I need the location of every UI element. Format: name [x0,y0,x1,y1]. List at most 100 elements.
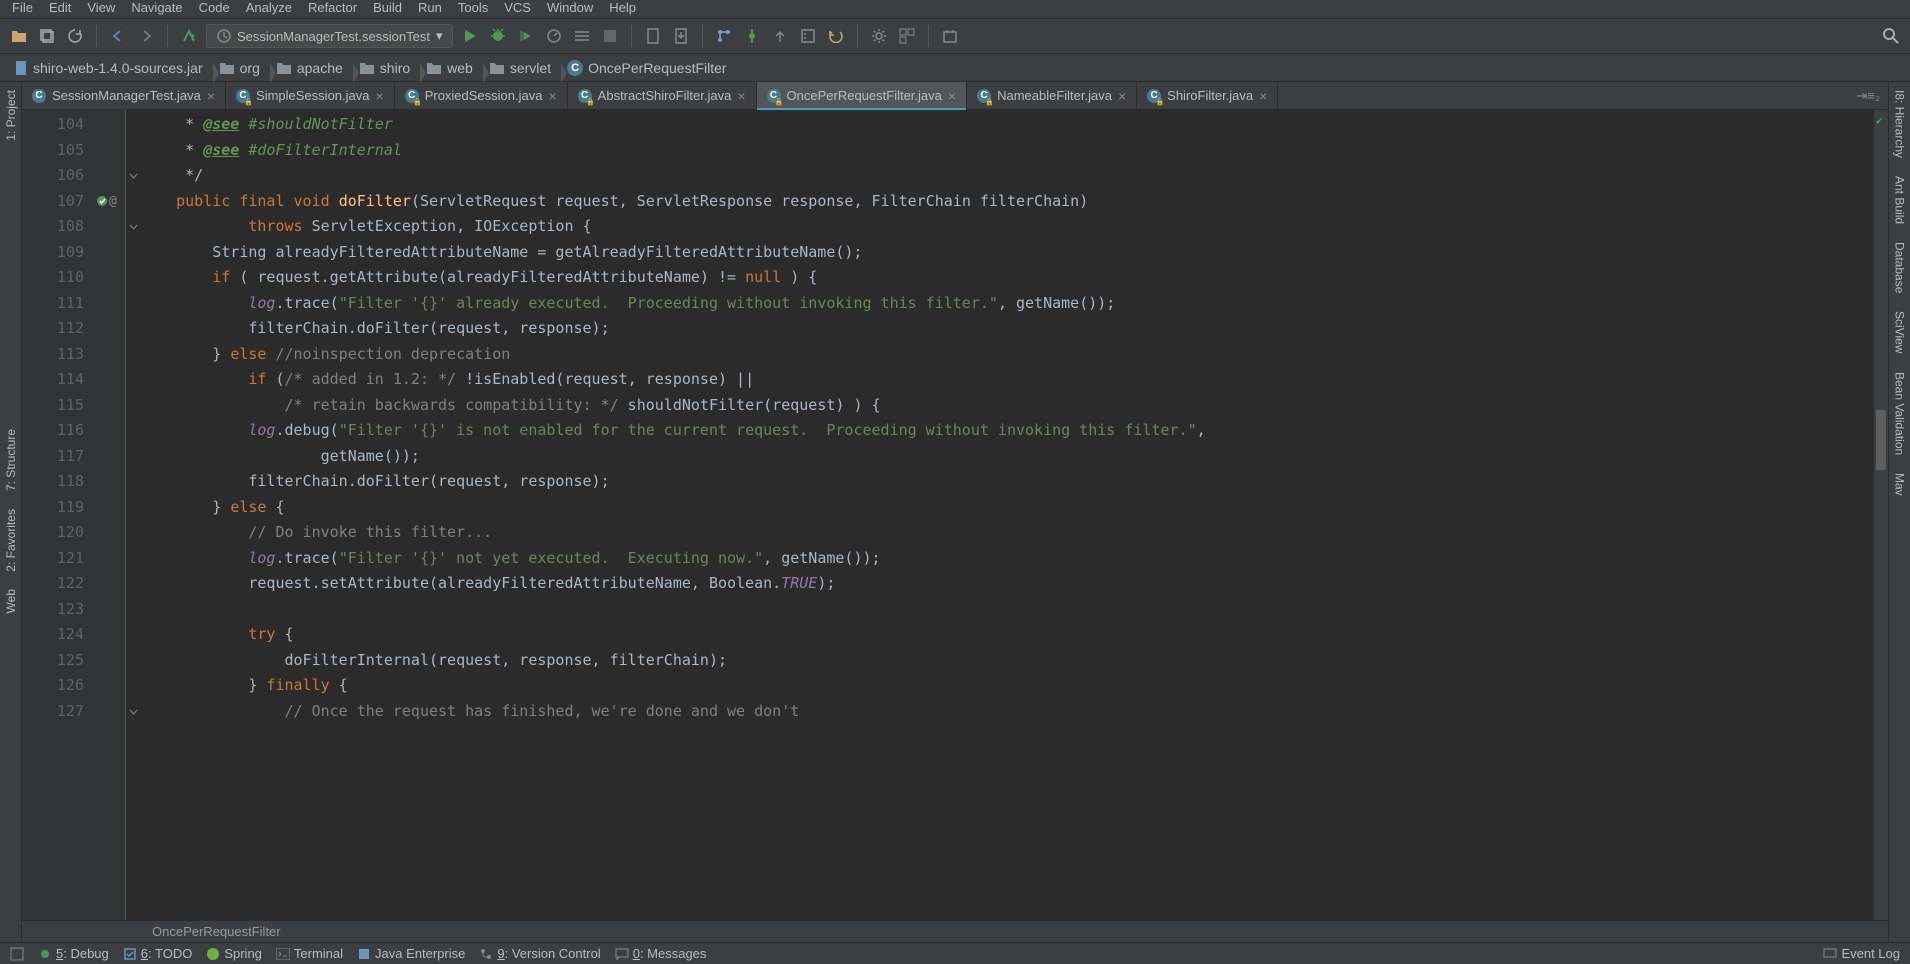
tool-favorites[interactable]: 2: Favorites [4,505,18,576]
editor-tab[interactable]: C🔒OncePerRequestFilter.java× [757,82,968,109]
scrollbar-thumb[interactable] [1876,410,1886,470]
class-icon: C🔒 [1147,89,1161,103]
run-anything-icon[interactable] [571,25,593,47]
close-icon[interactable]: × [1118,88,1126,104]
menu-navigate[interactable]: Navigate [125,0,188,18]
menu-refactor[interactable]: Refactor [302,0,363,18]
javaee-icon [357,947,371,961]
status-debug[interactable]: 5: Debug [38,946,109,961]
editor-tab[interactable]: C🔒NameableFilter.java× [967,82,1137,109]
error-stripe[interactable]: ✔ [1874,110,1888,920]
tab-label: OncePerRequestFilter.java [787,88,942,103]
settings-icon[interactable] [868,25,890,47]
tool-maven[interactable]: Mav [1893,469,1907,500]
debug-icon[interactable] [487,25,509,47]
tool-structure[interactable]: 7: Structure [4,425,18,495]
tool-sciview[interactable]: SciView [1893,307,1907,357]
tool-bean-validation[interactable]: Bean Validation [1893,368,1907,459]
status-version-control[interactable]: 9: Version Control [479,946,600,961]
project-structure-icon[interactable] [896,25,918,47]
crumb-web[interactable]: web [420,60,483,76]
menu-build[interactable]: Build [367,0,408,18]
tab-label: SimpleSession.java [256,88,369,103]
profile-icon[interactable] [543,25,565,47]
navigation-bar-bottom[interactable]: OncePerRequestFilter [22,920,1888,942]
event-log-icon [1823,948,1837,960]
vcs-push-icon[interactable] [769,25,791,47]
run-config-label: SessionManagerTest.sessionTest [237,29,430,44]
editor-tab[interactable]: C🔒 AbstractShiroFilter.java × [568,82,757,109]
tool-project[interactable]: 1: Project [4,86,18,145]
back-icon[interactable] [107,25,129,47]
code-area[interactable]: * @see #shouldNotFilter * @see #doFilter… [140,110,1874,920]
tool-database[interactable]: Database [1893,238,1907,297]
crumb-servlet[interactable]: servlet [483,60,561,76]
status-todo[interactable]: 6: TODO [123,946,193,961]
stop-icon[interactable] [599,25,621,47]
menu-tools[interactable]: Tools [452,0,494,18]
breadcrumb-bar: shiro-web-1.4.0-sources.jar org apache s… [0,54,1910,82]
close-icon[interactable]: × [207,88,215,104]
vcs-icon [479,947,493,961]
class-icon: C [567,60,583,76]
run-config-selector[interactable]: SessionManagerTest.sessionTest ▾ [206,24,453,48]
menu-view[interactable]: View [81,0,121,18]
open-icon[interactable] [8,25,30,47]
vcs-branch-icon[interactable] [713,25,735,47]
tab-list-icon[interactable]: ⇥≡₂ [1856,88,1880,104]
crumb-apache[interactable]: apache [270,60,353,76]
search-everywhere-icon[interactable] [1880,25,1902,47]
status-terminal[interactable]: Terminal [276,946,343,961]
inspection-ok-icon: ✔ [1876,114,1883,127]
jar-icon [14,60,28,76]
crumb-jar[interactable]: shiro-web-1.4.0-sources.jar [8,60,213,76]
status-spring[interactable]: Spring [206,946,262,961]
menu-help[interactable]: Help [603,0,642,18]
close-icon[interactable]: × [948,88,956,104]
build-icon[interactable] [178,25,200,47]
folder-icon [489,61,505,75]
test-icon [217,29,231,43]
menu-code[interactable]: Code [193,0,236,18]
sdk-icon[interactable] [939,25,961,47]
vcs-history-icon[interactable] [797,25,819,47]
menu-window[interactable]: Window [541,0,599,18]
close-icon[interactable]: × [548,88,556,104]
dump-icon[interactable] [670,25,692,47]
save-all-icon[interactable] [36,25,58,47]
spring-icon [206,947,220,961]
status-java-enterprise[interactable]: Java Enterprise [357,946,465,961]
attach-icon[interactable] [642,25,664,47]
crumb-shiro[interactable]: shiro [353,60,420,76]
menu-file[interactable]: File [6,0,39,18]
revert-icon[interactable] [825,25,847,47]
tool-ant-build[interactable]: Ant Build [1893,172,1907,228]
code-editor[interactable]: 1041051061071081091101111121131141151161… [22,110,1888,920]
editor-tab[interactable]: CSessionManagerTest.java× [22,82,226,109]
close-icon[interactable]: × [376,88,384,104]
editor-tab[interactable]: C🔒ShiroFilter.java× [1137,82,1278,109]
tab-label: ProxiedSession.java [425,88,543,103]
close-icon[interactable]: × [737,88,745,104]
hide-tool-windows-icon[interactable] [10,947,24,961]
class-icon: C🔒 [578,89,592,103]
status-event-log[interactable]: Event Log [1823,946,1900,961]
forward-icon[interactable] [135,25,157,47]
tool-web[interactable]: Web [4,585,18,617]
menu-edit[interactable]: Edit [43,0,77,18]
sync-icon[interactable] [64,25,86,47]
menu-run[interactable]: Run [412,0,448,18]
tab-label: AbstractShiroFilter.java [598,88,732,103]
tool-hierarchy[interactable]: I8: Hierarchy [1893,86,1907,162]
menu-analyze[interactable]: Analyze [240,0,298,18]
menu-vcs[interactable]: VCS [498,0,537,18]
vcs-commit-icon[interactable] [741,25,763,47]
run-icon[interactable] [459,25,481,47]
editor-tab[interactable]: C🔒ProxiedSession.java× [395,82,568,109]
coverage-icon[interactable] [515,25,537,47]
editor-tab[interactable]: C🔒SimpleSession.java× [226,82,395,109]
crumb-org[interactable]: org [213,60,270,76]
close-icon[interactable]: × [1259,88,1267,104]
crumb-class[interactable]: C OncePerRequestFilter [561,60,737,76]
status-messages[interactable]: 0: Messages [615,946,707,961]
